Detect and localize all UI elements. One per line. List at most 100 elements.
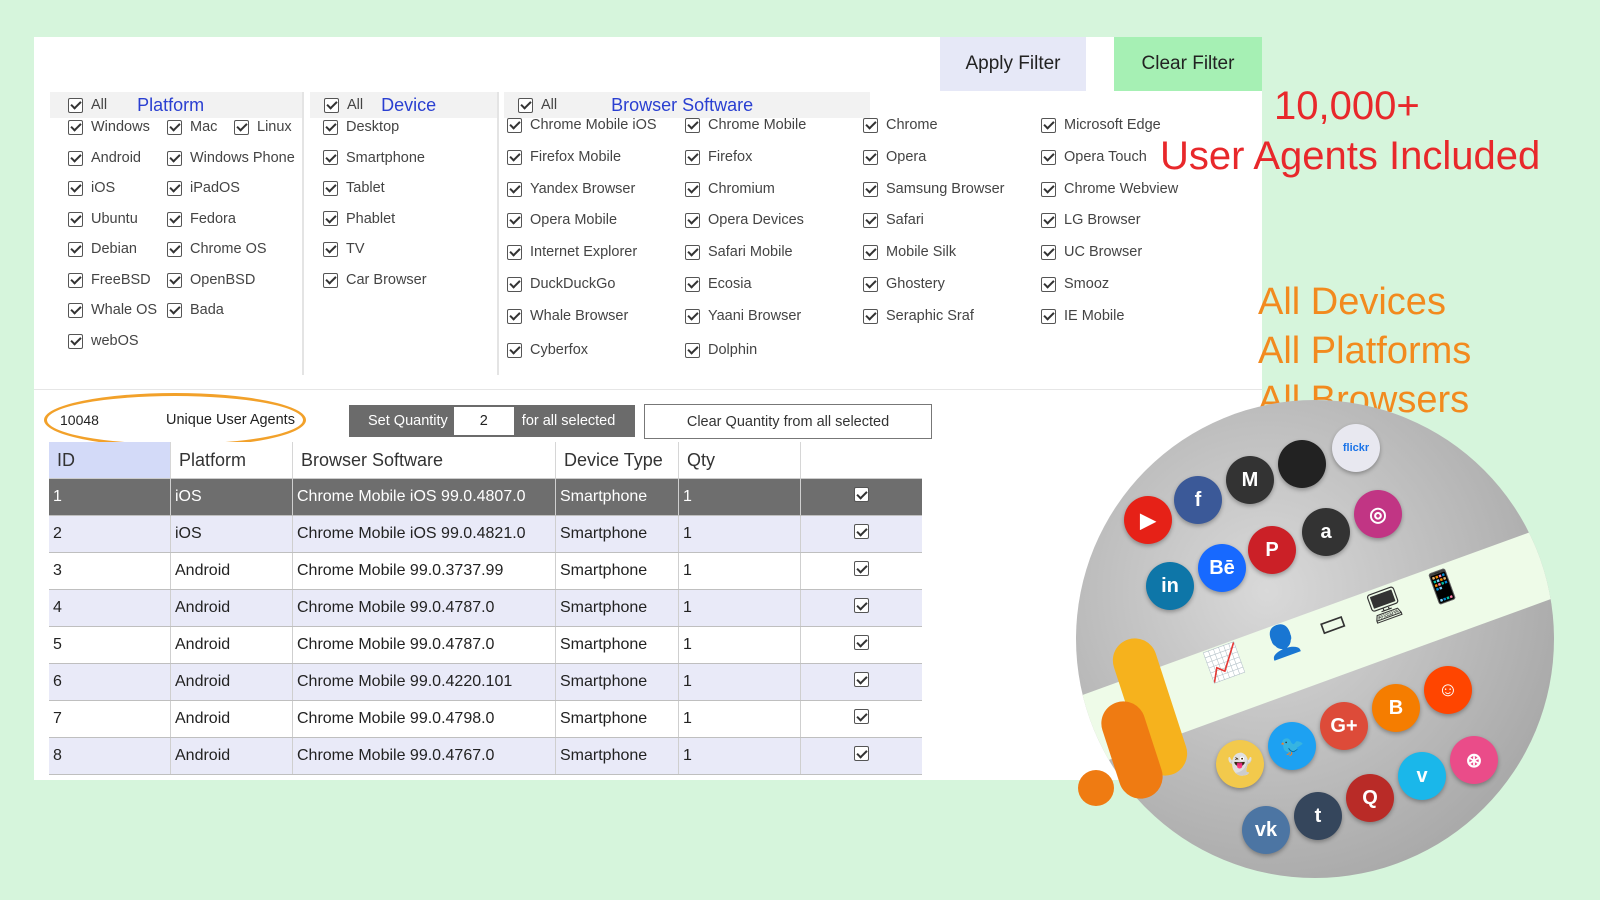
row-select-cell[interactable] — [800, 515, 922, 553]
checkbox-checked-icon[interactable] — [854, 746, 869, 761]
row-select-cell[interactable] — [800, 626, 922, 664]
platform-checkbox[interactable]: Windows — [68, 119, 150, 135]
browser-checkbox[interactable]: Firefox — [685, 149, 752, 165]
table-row[interactable]: 3 Android Chrome Mobile 99.0.3737.99 Smartp… — [49, 552, 922, 590]
checkbox-checked-icon[interactable] — [68, 333, 83, 349]
browser-all-checkbox[interactable]: All — [518, 97, 557, 113]
checkbox-checked-icon[interactable] — [68, 241, 83, 257]
browser-checkbox[interactable]: Mobile Silk — [863, 244, 956, 260]
platform-checkbox[interactable]: Bada — [167, 302, 224, 318]
checkbox-checked-icon[interactable] — [1041, 181, 1056, 197]
table-row[interactable]: 8 Android Chrome Mobile 99.0.4767.0 Smartph… — [49, 737, 922, 775]
browser-checkbox[interactable]: Microsoft Edge — [1041, 117, 1161, 133]
browser-checkbox[interactable]: Chrome Mobile — [685, 117, 806, 133]
platform-checkbox[interactable]: Debian — [68, 241, 137, 257]
column-header-browser[interactable]: Browser Software — [292, 442, 556, 479]
column-header-qty[interactable]: Qty — [678, 442, 801, 479]
checkbox-checked-icon[interactable] — [685, 308, 700, 324]
checkbox-checked-icon[interactable] — [1041, 117, 1056, 133]
column-header-select[interactable] — [800, 442, 922, 479]
set-quantity-button[interactable]: Set Quantity — [368, 413, 448, 429]
table-row[interactable]: 6 Android Chrome Mobile 99.0.4220.101 Smart… — [49, 663, 922, 701]
checkbox-checked-icon[interactable] — [68, 150, 83, 166]
platform-checkbox[interactable]: Windows Phone — [167, 150, 295, 166]
checkbox-checked-icon[interactable] — [68, 97, 83, 113]
checkbox-checked-icon[interactable] — [167, 180, 182, 196]
checkbox-checked-icon[interactable] — [323, 180, 338, 196]
browser-checkbox[interactable]: Opera Mobile — [507, 212, 617, 228]
checkbox-checked-icon[interactable] — [854, 709, 869, 724]
browser-checkbox[interactable]: Smooz — [1041, 276, 1109, 292]
platform-checkbox[interactable]: Ubuntu — [68, 211, 138, 227]
checkbox-checked-icon[interactable] — [685, 244, 700, 260]
row-select-cell[interactable] — [800, 589, 922, 627]
checkbox-checked-icon[interactable] — [685, 149, 700, 165]
checkbox-checked-icon[interactable] — [507, 181, 522, 197]
browser-checkbox[interactable]: DuckDuckGo — [507, 276, 615, 292]
checkbox-checked-icon[interactable] — [507, 212, 522, 228]
column-header-device-type[interactable]: Device Type — [555, 442, 679, 479]
checkbox-checked-icon[interactable] — [863, 308, 878, 324]
checkbox-checked-icon[interactable] — [518, 97, 533, 113]
checkbox-checked-icon[interactable] — [68, 119, 83, 135]
row-select-cell[interactable] — [800, 478, 922, 516]
row-select-cell[interactable] — [800, 552, 922, 590]
checkbox-checked-icon[interactable] — [854, 487, 869, 502]
checkbox-checked-icon[interactable] — [854, 672, 869, 687]
platform-checkbox[interactable]: Mac — [167, 119, 217, 135]
checkbox-checked-icon[interactable] — [1041, 149, 1056, 165]
checkbox-checked-icon[interactable] — [863, 181, 878, 197]
platform-all-checkbox[interactable]: All — [68, 97, 107, 113]
checkbox-checked-icon[interactable] — [854, 561, 869, 576]
browser-checkbox[interactable]: Ecosia — [685, 276, 752, 292]
browser-checkbox[interactable]: Cyberfox — [507, 342, 588, 358]
column-header-platform[interactable]: Platform — [170, 442, 293, 479]
platform-checkbox[interactable]: iPadOS — [167, 180, 240, 196]
checkbox-checked-icon[interactable] — [1041, 244, 1056, 260]
table-row[interactable]: 1 iOS Chrome Mobile iOS 99.0.4807.0 Smartph… — [49, 478, 922, 516]
browser-checkbox[interactable]: Dolphin — [685, 342, 757, 358]
checkbox-checked-icon[interactable] — [863, 212, 878, 228]
browser-checkbox[interactable]: Seraphic Sraf — [863, 308, 974, 324]
checkbox-checked-icon[interactable] — [323, 272, 338, 288]
checkbox-checked-icon[interactable] — [685, 342, 700, 358]
browser-checkbox[interactable]: Chrome Mobile iOS — [507, 117, 657, 133]
table-row[interactable]: 5 Android Chrome Mobile 99.0.4787.0 Smartph… — [49, 626, 922, 664]
browser-checkbox[interactable]: Chrome — [863, 117, 938, 133]
checkbox-checked-icon[interactable] — [507, 308, 522, 324]
browser-checkbox[interactable]: Internet Explorer — [507, 244, 637, 260]
checkbox-checked-icon[interactable] — [323, 211, 338, 227]
checkbox-checked-icon[interactable] — [167, 211, 182, 227]
checkbox-checked-icon[interactable] — [507, 244, 522, 260]
platform-checkbox[interactable]: iOS — [68, 180, 115, 196]
browser-checkbox[interactable]: Firefox Mobile — [507, 149, 621, 165]
apply-filter-button[interactable]: Apply Filter — [940, 37, 1086, 91]
platform-checkbox[interactable]: webOS — [68, 333, 139, 349]
checkbox-checked-icon[interactable] — [167, 302, 182, 318]
clear-quantity-button[interactable]: Clear Quantity from all selected — [644, 404, 932, 439]
device-checkbox[interactable]: Smartphone — [323, 150, 425, 166]
checkbox-checked-icon[interactable] — [863, 149, 878, 165]
checkbox-checked-icon[interactable] — [324, 97, 339, 113]
table-row[interactable]: 4 Android Chrome Mobile 99.0.4787.0 Smartph… — [49, 589, 922, 627]
checkbox-checked-icon[interactable] — [167, 241, 182, 257]
clear-filter-button[interactable]: Clear Filter — [1114, 37, 1262, 91]
browser-checkbox[interactable]: Safari — [863, 212, 924, 228]
checkbox-checked-icon[interactable] — [863, 117, 878, 133]
checkbox-checked-icon[interactable] — [854, 598, 869, 613]
device-checkbox[interactable]: Desktop — [323, 119, 399, 135]
checkbox-checked-icon[interactable] — [1041, 212, 1056, 228]
browser-checkbox[interactable]: Opera — [863, 149, 926, 165]
checkbox-checked-icon[interactable] — [68, 211, 83, 227]
browser-checkbox[interactable]: Yandex Browser — [507, 181, 635, 197]
platform-checkbox[interactable]: Linux — [234, 119, 292, 135]
checkbox-checked-icon[interactable] — [863, 276, 878, 292]
checkbox-checked-icon[interactable] — [685, 181, 700, 197]
checkbox-checked-icon[interactable] — [234, 119, 249, 135]
checkbox-checked-icon[interactable] — [685, 117, 700, 133]
checkbox-checked-icon[interactable] — [323, 241, 338, 257]
checkbox-checked-icon[interactable] — [854, 635, 869, 650]
row-select-cell[interactable] — [800, 700, 922, 738]
browser-checkbox[interactable]: Whale Browser — [507, 308, 628, 324]
checkbox-checked-icon[interactable] — [167, 272, 182, 288]
